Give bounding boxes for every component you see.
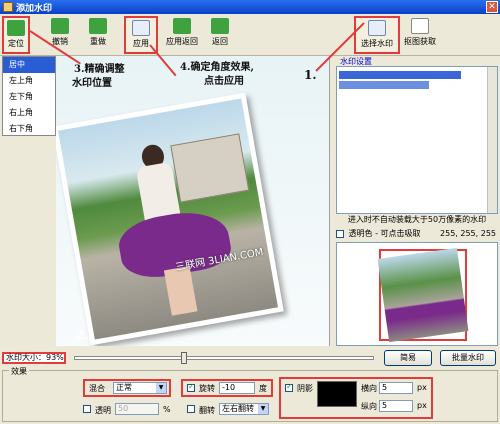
back-icon xyxy=(211,18,229,34)
title-bar: 添加水印 ✕ xyxy=(0,0,500,14)
photo-frame[interactable]: 三联网 3LIAN.COM xyxy=(56,92,284,346)
rotate-label: 旋转 xyxy=(199,384,215,393)
annotation-step2: 2. xyxy=(76,328,89,342)
list-item[interactable] xyxy=(339,81,429,89)
watermark-preview xyxy=(336,242,498,346)
right-panel: 水印设置 进入时不自动装载大于50万像素的水印 透明色 - 可点击吸取 255,… xyxy=(334,56,500,346)
blend-value: 正常 xyxy=(116,383,132,392)
menu-item-bottom-right[interactable]: 右下角 xyxy=(3,121,55,137)
annotation-step4: 4.确定角度效果, xyxy=(180,62,254,73)
rotate-input[interactable]: -10 xyxy=(219,382,255,394)
h-offset-label: 横向 xyxy=(361,384,377,393)
redo-label: 重做 xyxy=(90,37,106,46)
list-item[interactable] xyxy=(339,71,461,79)
batch-watermark-button[interactable]: 批量水印 xyxy=(440,350,496,366)
percent-label: % xyxy=(163,405,171,414)
shadow-checkbox[interactable] xyxy=(285,382,293,392)
shadow-label: 阴影 xyxy=(297,384,313,393)
back-button[interactable]: 返回 xyxy=(206,16,234,54)
menu-item-bottom-left[interactable]: 左下角 xyxy=(3,89,55,105)
rotate-checkbox[interactable] xyxy=(187,382,195,392)
capture-button[interactable]: 抠图获取 xyxy=(402,16,438,54)
transparent-rgb-value: 255, 255, 255 xyxy=(440,229,496,238)
annotation-step3: 3.精确调整 xyxy=(74,64,125,75)
size-value: 93% xyxy=(46,353,64,362)
apply-icon xyxy=(132,20,150,36)
redo-button[interactable]: 重做 xyxy=(84,16,112,54)
transparency-checkbox[interactable] xyxy=(83,405,91,413)
flip-label: 翻转 xyxy=(199,406,215,415)
back-label: 返回 xyxy=(212,37,228,46)
size-slider[interactable] xyxy=(74,352,374,364)
watermark-list[interactable] xyxy=(336,66,498,214)
apply-back-button[interactable]: 应用返回 xyxy=(162,16,202,54)
redo-icon xyxy=(89,18,107,34)
preview-thumbnail xyxy=(377,247,469,343)
photo-image: 三联网 3LIAN.COM xyxy=(58,98,278,340)
v-offset-input[interactable]: 5 xyxy=(379,400,413,412)
chevron-down-icon: ▼ xyxy=(156,383,166,393)
toolbar: 定位 撤销 重做 应用 应用返回 返回 选择水印 抠图获取 xyxy=(0,14,500,56)
window-title: 添加水印 xyxy=(16,4,53,14)
image-canvas[interactable]: 三联网 3LIAN.COM 3.精确调整 水印位置 4.确定角度效果, 点击应用… xyxy=(56,56,330,346)
transparency-label: 透明 xyxy=(95,406,111,415)
locate-button[interactable]: 定位 xyxy=(2,16,30,54)
flip-checkbox[interactable] xyxy=(187,405,195,413)
shadow-color-swatch[interactable] xyxy=(317,381,357,407)
flip-value: 左右翻转 xyxy=(222,404,254,413)
chevron-down-icon: ▼ xyxy=(258,404,268,414)
transparency-input[interactable]: 50 xyxy=(115,403,159,415)
transparent-color-checkbox[interactable] xyxy=(336,229,344,238)
position-menu: 居中 左上角 左下角 右上角 右下角 xyxy=(2,56,56,136)
effects-legend: 效果 xyxy=(9,366,29,377)
select-watermark-icon xyxy=(368,20,386,36)
blend-select[interactable]: 正常 ▼ xyxy=(113,382,167,394)
load-hint: 进入时不自动装载大于50万像素的水印 xyxy=(347,215,487,224)
house-shape xyxy=(170,133,250,203)
transparent-color-label: 透明色 - 可点击吸取 xyxy=(348,229,421,238)
menu-item-top-right[interactable]: 右上角 xyxy=(3,105,55,121)
settings-group-title: 水印设置 xyxy=(340,57,372,66)
flip-select[interactable]: 左右翻转 ▼ xyxy=(219,403,269,415)
apply-back-icon xyxy=(173,18,191,34)
v-offset-label: 纵向 xyxy=(361,402,377,411)
select-watermark-button[interactable]: 选择水印 xyxy=(354,16,400,54)
undo-label: 撤销 xyxy=(52,37,68,46)
size-label: 水印大小：93% xyxy=(2,352,66,364)
undo-icon xyxy=(51,18,69,34)
size-label-text: 水印大小： xyxy=(6,353,46,362)
capture-label: 抠图获取 xyxy=(404,37,436,46)
size-bar: 水印大小：93% 简易 批量水印 xyxy=(0,350,500,366)
annotation-step3b: 水印位置 xyxy=(72,78,112,89)
apply-back-label: 应用返回 xyxy=(166,37,198,46)
simple-button[interactable]: 简易 xyxy=(384,350,432,366)
locate-label: 定位 xyxy=(8,39,24,48)
apply-label: 应用 xyxy=(133,39,149,48)
close-button[interactable]: ✕ xyxy=(486,1,498,13)
app-icon xyxy=(3,2,13,12)
menu-item-center[interactable]: 居中 xyxy=(3,57,55,73)
size-slider-thumb[interactable] xyxy=(180,352,187,364)
select-watermark-label: 选择水印 xyxy=(361,39,393,48)
locate-icon xyxy=(7,20,25,36)
menu-item-top-left[interactable]: 左上角 xyxy=(3,73,55,89)
effects-group: 效果 混合 正常 ▼ 透明 50 % 旋转 -10 度 翻转 左右翻转 ▼ 阴影… xyxy=(2,366,498,422)
list-scrollbar[interactable] xyxy=(487,67,497,213)
figure-legs xyxy=(163,265,198,316)
h-offset-input[interactable]: 5 xyxy=(379,382,413,394)
transparent-color-row: 透明色 - 可点击吸取 255, 255, 255 xyxy=(336,228,498,240)
blend-label: 混合 xyxy=(89,384,105,393)
annotation-step4b: 点击应用 xyxy=(204,76,244,87)
h-px-label: px xyxy=(417,383,427,392)
degree-label: 度 xyxy=(259,384,267,393)
preview-image xyxy=(377,247,469,343)
person-icon xyxy=(411,18,429,34)
v-px-label: px xyxy=(417,401,427,410)
